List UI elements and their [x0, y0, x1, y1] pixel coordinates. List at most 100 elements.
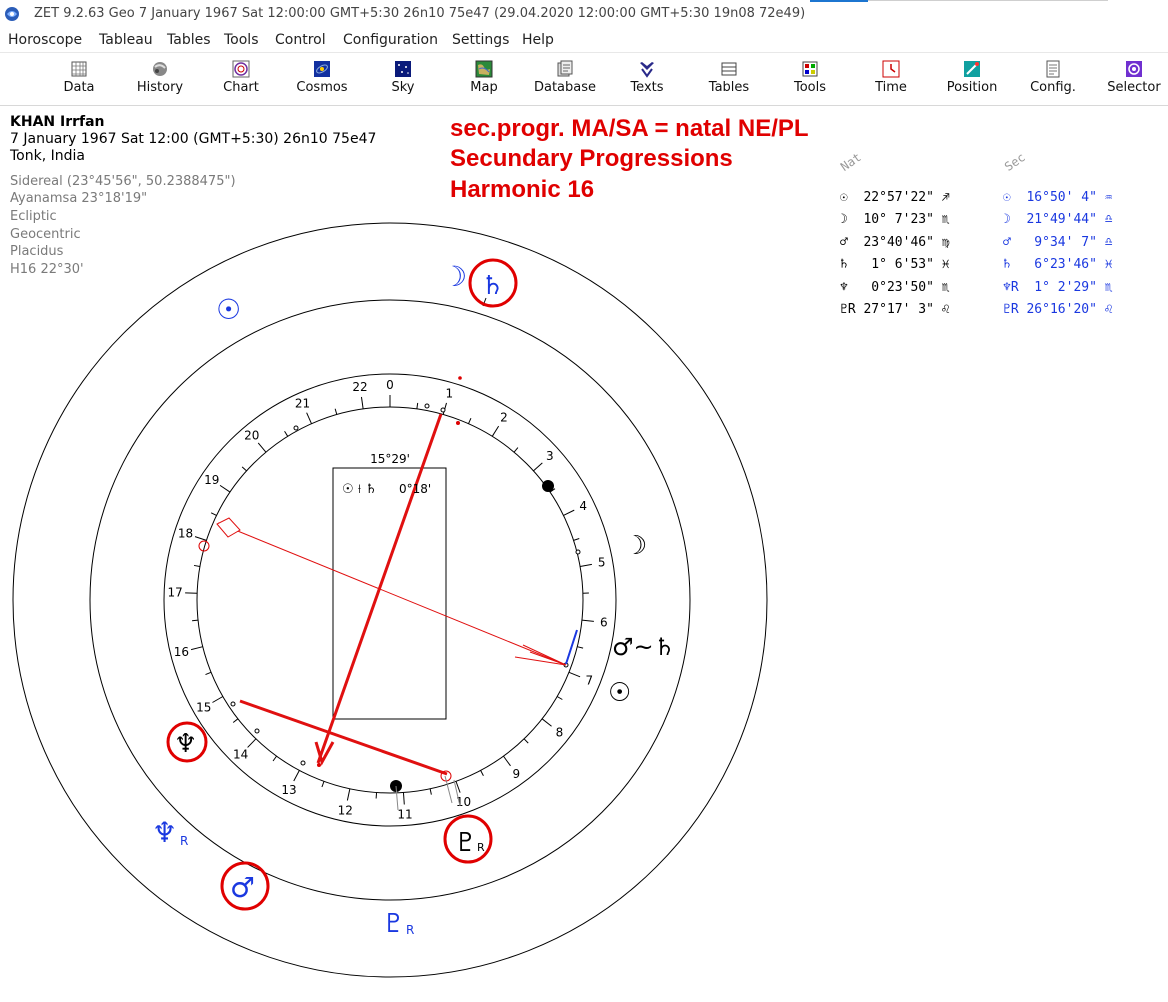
title-accent [810, 0, 868, 2]
tick-dot [300, 760, 306, 766]
dial-number: 21 [295, 397, 310, 411]
toolbar-tables-button[interactable]: Tables [692, 57, 766, 103]
dial-tick [194, 536, 207, 541]
dial-tick [491, 425, 500, 437]
sun-icon: ☉ [840, 190, 848, 205]
dial-tick [232, 718, 239, 723]
pluto-nat-retro: R [477, 841, 485, 854]
data-grid-icon [71, 61, 87, 77]
menu-tableau[interactable]: Tableau [99, 32, 153, 48]
selector-icon [1126, 61, 1142, 77]
tick-dot [230, 701, 236, 707]
person-name: KHAN Irrfan [10, 114, 105, 130]
dial-number: 2 [500, 411, 508, 425]
nat-pluto-row: ♇R 27°17' 3" ♌ [840, 302, 950, 317]
pluto-sec-glyph: ♇ [382, 909, 405, 939]
menu-control[interactable]: Control [275, 32, 326, 48]
toolbar-map-button[interactable]: Map [447, 57, 521, 103]
blue-tick [565, 629, 578, 665]
dial-number: 16 [174, 645, 189, 659]
sun-nat-glyph: ☉ [608, 678, 631, 708]
moon-icon: ☽ [1003, 212, 1011, 227]
dial-number: 13 [281, 783, 296, 797]
neptune-nat-glyph: ♆ [174, 729, 197, 759]
dial-number: 6 [600, 615, 608, 629]
dial-tick [190, 646, 203, 651]
dial-tick [272, 755, 277, 762]
dial-tick [480, 770, 484, 776]
toolbar-config-button[interactable]: Config. [1016, 57, 1090, 103]
moon-icon: ☽ [840, 212, 848, 227]
dial-number: 3 [546, 449, 554, 463]
position-icon [964, 61, 980, 77]
toolbar-time-button[interactable]: Time [854, 57, 928, 103]
midpoint-formula: ☉ ⟊ ♄ [342, 482, 377, 497]
dial-tick [212, 696, 224, 703]
dial-tick [568, 671, 581, 678]
toolbar-position-button[interactable]: Position [935, 57, 1009, 103]
dial-tick [579, 563, 592, 567]
dial-tick [577, 646, 584, 649]
sec-pluto-row: ♇R 26°16'20" ♌ [1003, 302, 1113, 317]
menu-tools[interactable]: Tools [224, 32, 259, 48]
dial-tick [503, 755, 511, 767]
dial-tick [205, 671, 212, 676]
dial-number: 17 [167, 585, 182, 599]
dial-number: 18 [178, 527, 193, 541]
dial-number: 1 [445, 386, 453, 400]
toolbar-texts-button[interactable]: Texts [610, 57, 684, 103]
toolbar-selector-button[interactable]: Selector [1097, 57, 1168, 103]
dial-tick [293, 770, 300, 782]
toolbar-data-button[interactable]: Data [42, 57, 116, 103]
texts-icon [640, 62, 654, 78]
mars-icon: ♂ [1003, 235, 1011, 250]
tick-dot [440, 407, 446, 413]
toolbar-history-button[interactable]: History [123, 57, 197, 103]
dial-number: 14 [233, 748, 248, 762]
toolbar-cosmos-button[interactable]: Cosmos [285, 57, 359, 103]
toolbar-tools-button[interactable]: Tools [773, 57, 847, 103]
menu-horoscope[interactable]: Horoscope [8, 32, 82, 48]
midpoint-orb: 0°18' [399, 482, 431, 496]
midpoint-degree: 15°29' [370, 452, 410, 466]
red-dot [458, 376, 462, 380]
sec-mars-row: ♂ 9°34' 7" ♎ [1003, 235, 1113, 250]
tables-icon [721, 62, 737, 76]
chart-wheel-icon [232, 60, 250, 78]
dial-tick [533, 462, 543, 472]
window-title: ZET 9.2.63 Geo 7 January 1967 Sat 12:00:… [34, 6, 806, 21]
dial-tick [416, 402, 419, 409]
tick-dot [575, 549, 581, 555]
dial-tick [192, 619, 199, 622]
dial-tick [334, 408, 338, 415]
config-icon [1046, 60, 1060, 78]
dial-tick [219, 484, 231, 493]
saturn-icon: ♄ [1003, 257, 1011, 272]
mars-saturn-nat-glyph: ♂~♄ [612, 633, 675, 661]
menu-help[interactable]: Help [522, 32, 554, 48]
sun-sec-glyph: ☉ [216, 293, 241, 326]
menu-settings[interactable]: Settings [452, 32, 509, 48]
tick-dot [254, 728, 260, 734]
nat-saturn-row: ♄ 1° 6'53" ♓ [840, 257, 950, 272]
zodiac-setting: Sidereal (23°45'56", 50.2388475") [10, 174, 236, 189]
toolbar: Data History Chart Cosmos Sky Map Databa… [0, 52, 1168, 106]
harmonic-chart: 012345678910111213141516171819202122 15°… [12, 222, 768, 978]
toolbar-chart-button[interactable]: Chart [204, 57, 278, 103]
map-icon [475, 60, 493, 78]
database-icon [557, 60, 573, 77]
nat-moon-row: ☽ 10° 7'23" ♏ [840, 212, 950, 227]
pluto-nat-glyph: ♇ [454, 828, 477, 858]
menu-bar: Horoscope Tableau Tables Tools Control C… [0, 30, 1168, 52]
menu-configuration[interactable]: Configuration [343, 32, 438, 48]
person-datetime: 7 January 1967 Sat 12:00 (GMT+5:30) 26n1… [10, 131, 377, 147]
person-place: Tonk, India [10, 148, 85, 164]
title-accent-line [868, 0, 1108, 1]
dial-tick [346, 788, 351, 801]
toolbar-sky-button[interactable]: Sky [366, 57, 440, 103]
dial-tick [402, 792, 405, 805]
dial-tick [541, 718, 552, 727]
toolbar-database-button[interactable]: Database [528, 57, 602, 103]
neptune-sec-glyph: ♆ [152, 816, 177, 849]
menu-tables[interactable]: Tables [167, 32, 211, 48]
